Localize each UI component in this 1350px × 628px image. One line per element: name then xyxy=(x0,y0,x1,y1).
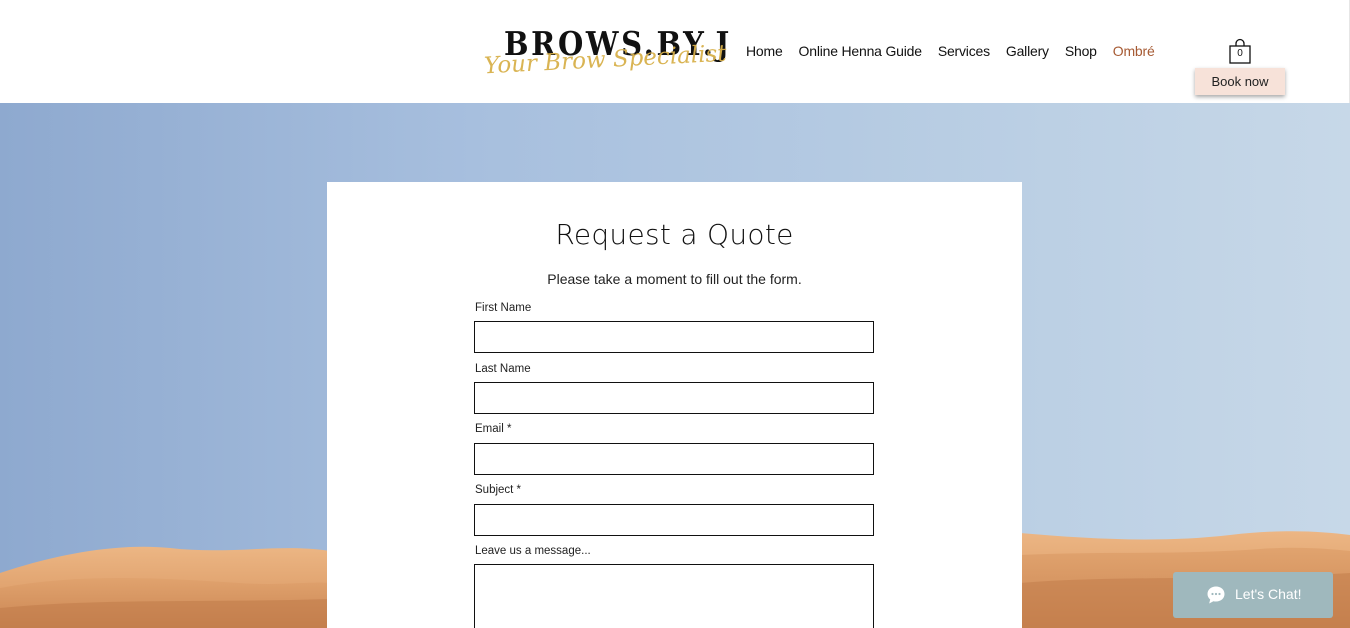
quote-form-card: Request a Quote Please take a moment to … xyxy=(327,182,1022,628)
last-name-label: Last Name xyxy=(475,363,531,375)
nav-item-services[interactable]: Services xyxy=(938,43,990,59)
first-name-field[interactable] xyxy=(474,321,874,353)
cart-count: 0 xyxy=(1237,48,1243,59)
chat-button[interactable]: Let's Chat! xyxy=(1173,572,1333,618)
message-label: Leave us a message... xyxy=(475,545,591,557)
nav-item-shop[interactable]: Shop xyxy=(1065,43,1097,59)
subject-label: Subject * xyxy=(475,484,522,496)
chat-label: Let's Chat! xyxy=(1235,586,1302,602)
cart-button[interactable]: 0 xyxy=(1229,38,1251,64)
subject-field[interactable] xyxy=(474,504,874,536)
nav-item-online-henna-guide[interactable]: Online Henna Guide xyxy=(799,43,922,59)
book-now-button[interactable]: Book now xyxy=(1195,68,1285,95)
main-nav: Home Online Henna Guide Services Gallery… xyxy=(746,41,1155,61)
message-field[interactable] xyxy=(474,564,874,628)
email-label: Email * xyxy=(475,423,512,435)
last-name-field[interactable] xyxy=(474,382,874,414)
email-field[interactable] xyxy=(474,443,874,475)
form-subtitle: Please take a moment to fill out the for… xyxy=(547,271,802,287)
first-name-label: First Name xyxy=(475,302,532,314)
nav-item-home[interactable]: Home xyxy=(746,43,783,59)
site-logo[interactable]: BROWS.BY.J Your Brow Specialist xyxy=(483,24,729,80)
site-header: BROWS.BY.J Your Brow Specialist Home Onl… xyxy=(0,0,1350,103)
chat-bubble-icon xyxy=(1207,586,1225,604)
nav-item-gallery[interactable]: Gallery xyxy=(1006,43,1049,59)
nav-item-ombre[interactable]: Ombré xyxy=(1113,43,1155,59)
form-title: Request a Quote xyxy=(555,218,794,251)
